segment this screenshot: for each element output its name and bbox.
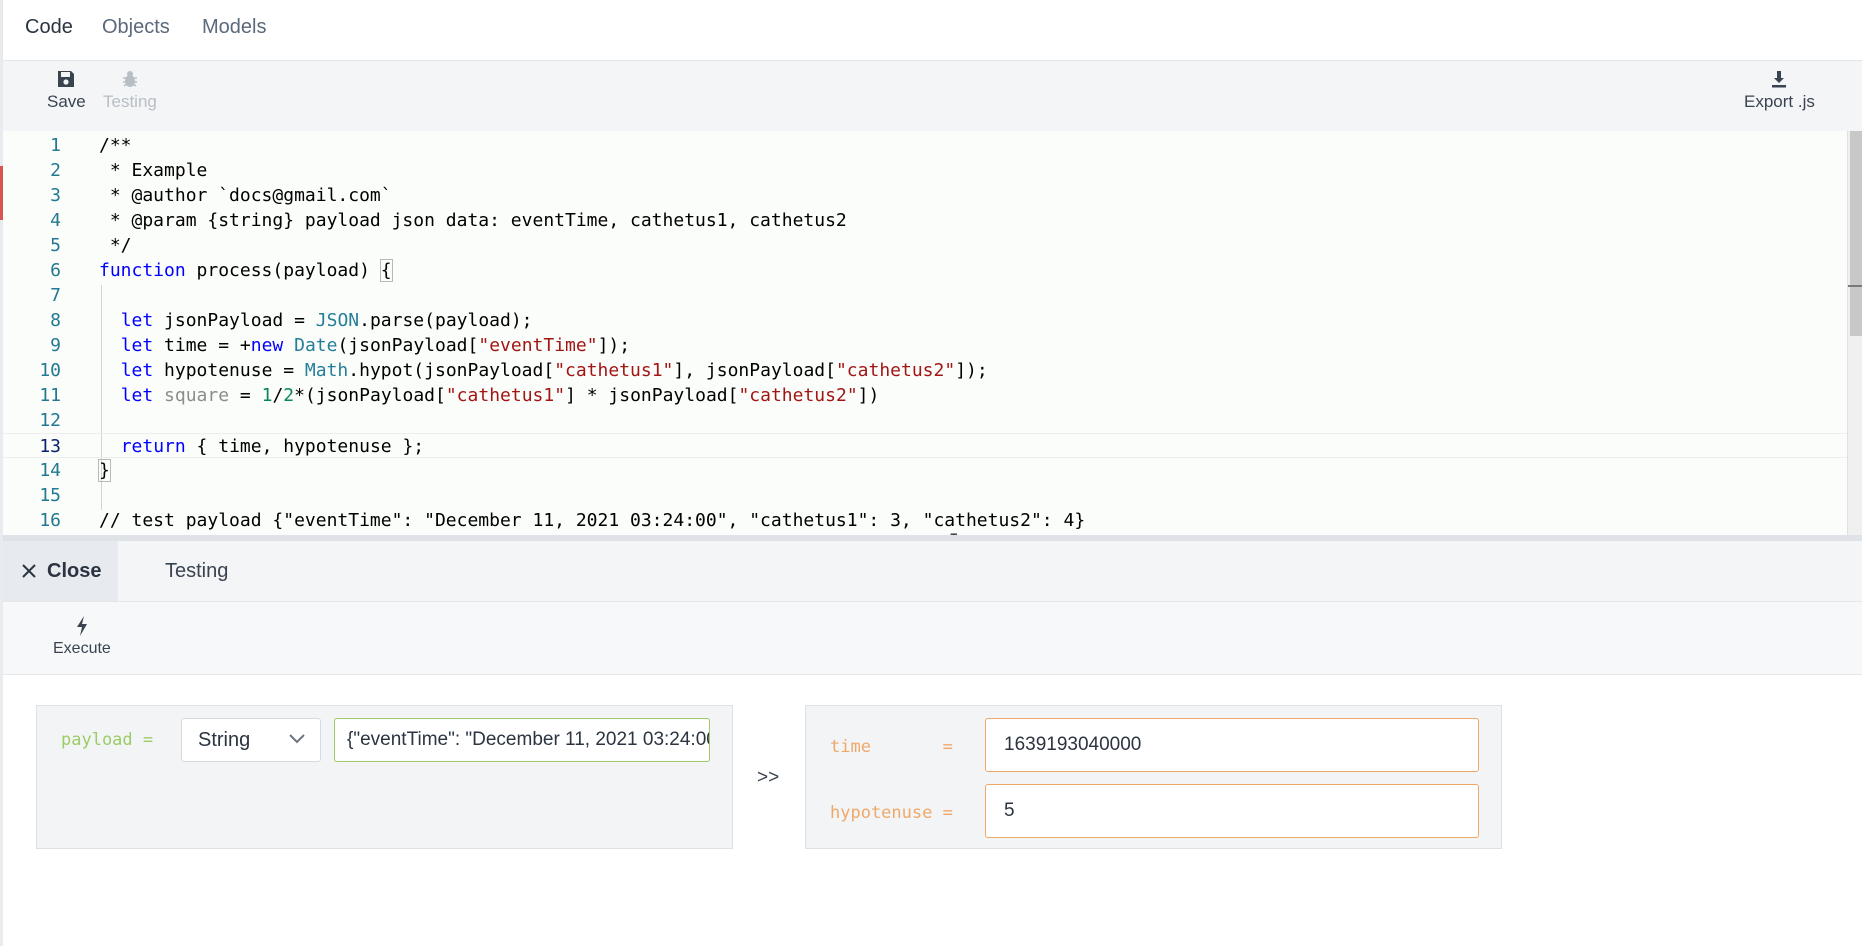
top-tab-bar: Code Objects Models <box>3 0 1862 61</box>
code-line-7: 7 <box>50 285 61 306</box>
export-js-button[interactable]: Export .js <box>1744 69 1815 112</box>
testing-label: Testing <box>103 92 157 111</box>
code-line-1: 1/** <box>50 135 132 156</box>
code-line-13: 13 return { time, hypotenuse }; <box>3 433 1862 458</box>
floppy-disk-icon <box>58 71 75 87</box>
code-line-16: 16// test payload {"eventTime": "Decembe… <box>39 510 1086 531</box>
tab-objects[interactable]: Objects <box>102 16 170 39</box>
hypotenuse-label: hypotenuse = <box>830 803 953 823</box>
code-line-2: 2 * Example <box>50 160 208 181</box>
code-line-15: 15 <box>39 485 61 506</box>
editor-scrollbar[interactable] <box>1847 131 1862 535</box>
time-label: time = <box>830 737 953 757</box>
code-line-8: 8 let jsonPayload = JSON.parse(payload); <box>50 310 533 331</box>
code-line-14: 14} <box>39 459 111 482</box>
execute-label: Execute <box>53 640 111 657</box>
code-line-9: 9 let time = +new Date(jsonPayload["even… <box>50 335 631 356</box>
code-line-10: 10 let hypotenuse = Math.hypot(jsonPaylo… <box>39 360 988 381</box>
close-label: Close <box>47 559 102 582</box>
testing-area: payload = String {"eventTime": "December… <box>3 675 1862 946</box>
time-output-field[interactable]: 1639193040000 <box>985 718 1479 772</box>
hypotenuse-output-field[interactable]: 5 <box>985 784 1479 838</box>
code-line-11: 11 let square = 1/2*(jsonPayload["cathet… <box>39 385 880 406</box>
testing-button[interactable]: Testing <box>103 69 157 112</box>
export-label: Export .js <box>1744 92 1815 111</box>
execute-button[interactable]: Execute <box>53 616 111 658</box>
payload-type-select[interactable]: String <box>181 718 321 762</box>
output-results-box: time = 1639193040000 hypotenuse = 5 <box>805 705 1502 849</box>
code-line-5: 5 */ <box>50 235 132 256</box>
tab-models[interactable]: Models <box>202 16 266 39</box>
save-button[interactable]: Save <box>47 69 86 112</box>
save-label: Save <box>47 92 86 111</box>
input-parameters-box: payload = String {"eventTime": "December… <box>36 705 733 849</box>
code-line-3: 3 * @author `docs@gmail.com` <box>50 185 392 206</box>
scrollbar-thumb[interactable] <box>1850 131 1862 336</box>
bottom-panel-tabs: Close Testing <box>3 541 1862 602</box>
lightning-bolt-icon <box>76 616 87 636</box>
tab-testing[interactable]: Testing <box>165 541 228 601</box>
bug-icon <box>122 71 137 87</box>
payload-type-value: String <box>198 729 251 751</box>
download-icon <box>1772 71 1787 88</box>
code-line-6: 6 function process(payload) { <box>50 259 393 282</box>
scrollbar-position-marker <box>1848 285 1862 287</box>
payload-input[interactable]: {"eventTime": "December 11, 2021 03:24:0… <box>334 718 710 762</box>
code-editor[interactable]: 1/** 2 * Example 3 * @author `docs@gmail… <box>3 131 1862 535</box>
code-line-12: 12 <box>39 410 61 431</box>
tab-code[interactable]: Code <box>25 16 73 39</box>
code-line-4: 4 * @param {string} payload json data: e… <box>50 210 847 231</box>
arrow-indicator: >> <box>757 767 780 788</box>
editor-toolbar: Save Testing Export .js <box>3 61 1862 132</box>
chevron-down-icon <box>289 734 305 744</box>
payload-label: payload = <box>61 730 154 750</box>
testing-toolbar: Execute <box>3 602 1862 675</box>
close-icon <box>22 564 36 578</box>
close-panel-button[interactable]: Close <box>3 541 118 601</box>
